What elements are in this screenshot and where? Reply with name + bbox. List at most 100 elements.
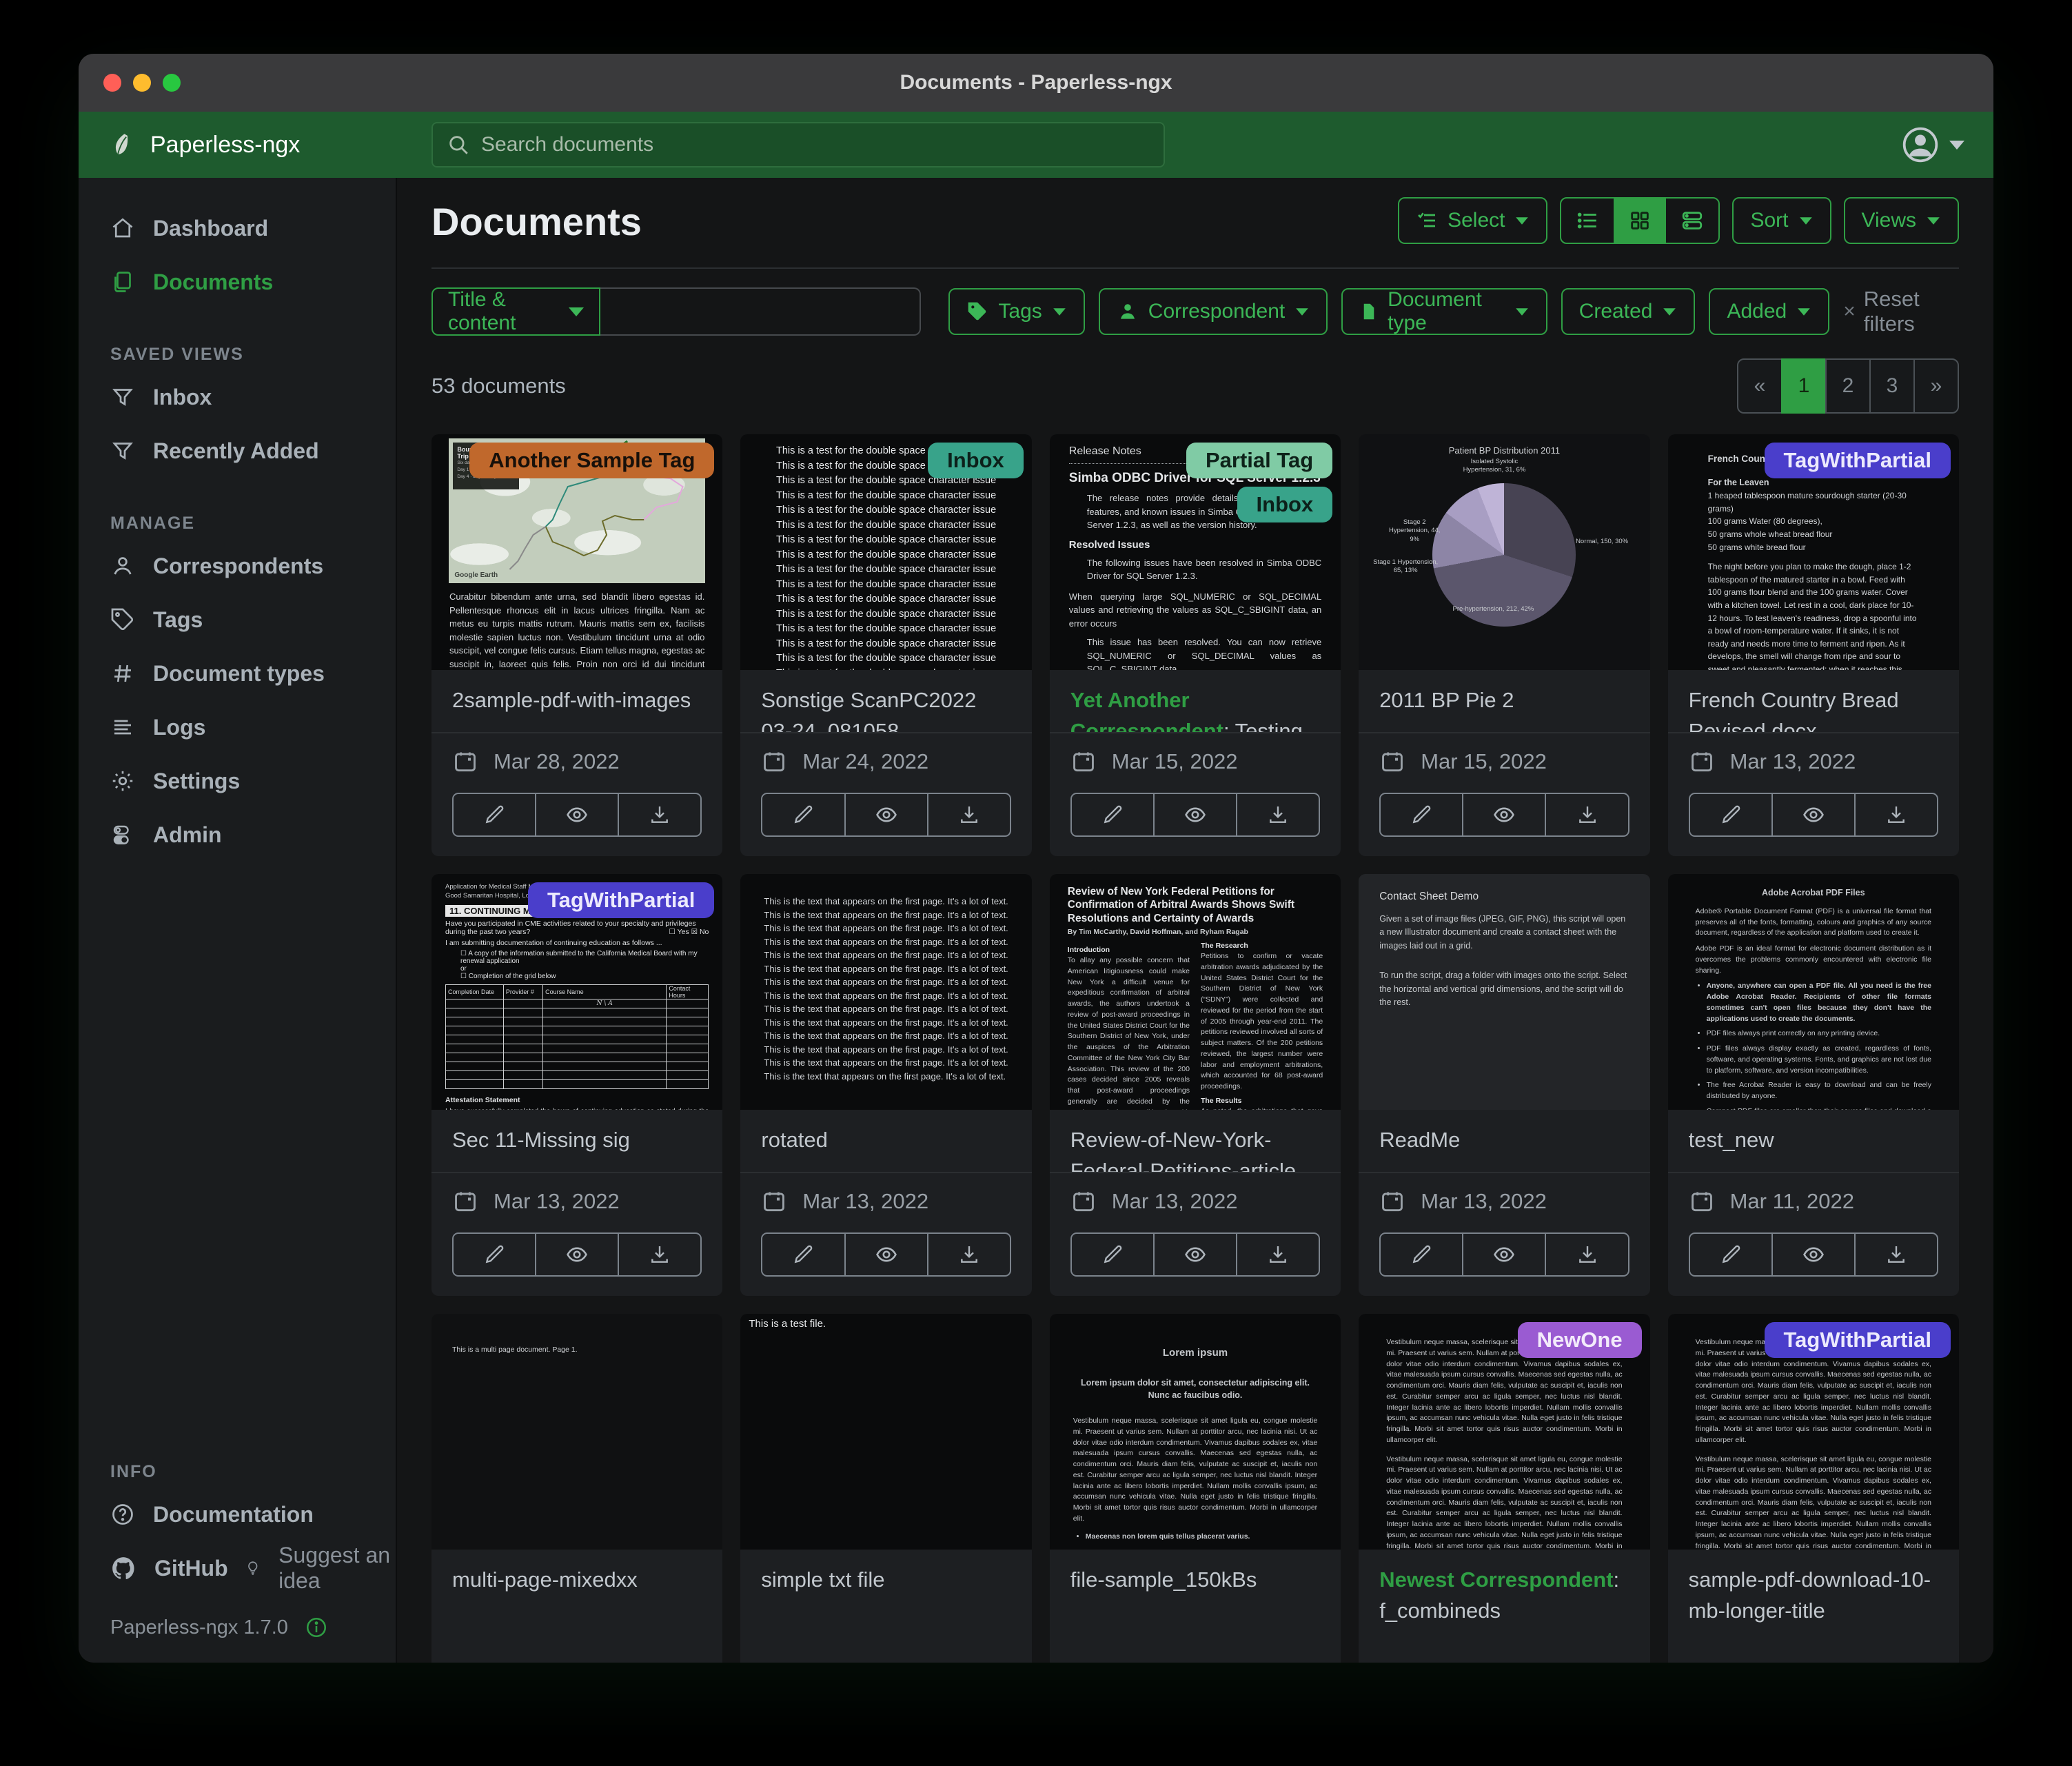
document-title[interactable]: ReadMe [1379,1125,1629,1156]
tag-badge[interactable]: Partial Tag [1186,443,1332,478]
document-title[interactable]: French Country Bread Revised.docx [1689,685,1938,732]
edit-button[interactable] [452,793,536,837]
filter-tags-button[interactable]: Tags [948,288,1084,335]
document-thumbnail[interactable]: This is a test file. [740,1314,1031,1550]
document-card[interactable]: TagWithPartial French Country Bread For … [1668,434,1959,856]
document-thumbnail[interactable]: Review of New York Federal Petitions for… [1050,874,1341,1110]
pagination-page-3[interactable]: 3 [1869,358,1915,414]
sidebar-item-suggest-idea[interactable]: Suggest an idea [228,1541,396,1595]
pagination-next-button[interactable]: » [1913,358,1959,414]
document-card[interactable]: Inbox This is a test for the double spac… [740,434,1031,856]
document-correspondent[interactable]: Yet Another Correspondent [1070,688,1223,732]
document-title[interactable]: 2sample-pdf-with-images [452,685,702,716]
edit-button[interactable] [1689,793,1773,837]
document-title[interactable]: Newest Correspondent: f_combineds [1379,1565,1629,1627]
view-detail-button[interactable] [1666,199,1718,243]
document-card[interactable]: NewOne Vestibulum neque massa, scelerisq… [1359,1314,1649,1663]
document-thumbnail[interactable]: Partial Tag Inbox Release Notes Simba OD… [1050,434,1341,670]
filter-created-button[interactable]: Created [1561,288,1696,335]
document-title[interactable]: Sonstige ScanPC2022 03-24_081058 [761,685,1010,732]
download-button[interactable] [927,1232,1011,1277]
document-thumbnail[interactable]: This is a multi page document. Page 1. [431,1314,722,1550]
download-button[interactable] [1545,793,1629,837]
view-button[interactable] [535,1232,619,1277]
view-list-button[interactable] [1561,199,1614,243]
filter-added-button[interactable]: Added [1709,288,1829,335]
document-title[interactable]: rotated [761,1125,1010,1156]
tag-badge[interactable]: Inbox [928,443,1024,478]
document-thumbnail[interactable]: Contact Sheet Demo Given a set of image … [1359,874,1649,1110]
minimize-window-button[interactable] [133,74,151,92]
document-thumbnail[interactable]: TagWithPartial Application for Medical S… [431,874,722,1110]
download-button[interactable] [1236,1232,1320,1277]
view-button[interactable] [1462,1232,1546,1277]
document-title[interactable]: Yet Another Correspondent: Testing Email [1070,685,1320,732]
close-window-button[interactable] [103,74,121,92]
sidebar-item-inbox[interactable]: Inbox [79,370,396,424]
sidebar-item-github[interactable]: GitHub [79,1541,228,1595]
document-card[interactable]: This is a multi page document. Page 1. m… [431,1314,722,1663]
tag-badge[interactable]: NewOne [1518,1322,1642,1358]
sidebar-item-logs[interactable]: Logs [79,700,396,754]
document-title[interactable]: simple txt file [761,1565,1010,1596]
view-button[interactable] [1771,1232,1856,1277]
document-card[interactable]: TagWithPartial Vestibulum neque massa, s… [1668,1314,1959,1663]
document-title[interactable]: Review-of-New-York-Federal-Petitions-art… [1070,1125,1320,1172]
pagination-page-1[interactable]: 1 [1781,358,1827,414]
info-circle-icon[interactable] [305,1616,328,1639]
edit-button[interactable] [1689,1232,1773,1277]
sidebar-item-documents[interactable]: Documents [79,255,396,309]
sidebar-item-correspondents[interactable]: Correspondents [79,539,396,593]
document-card[interactable]: This is the text that appears on the fir… [740,874,1031,1296]
sidebar-item-dashboard[interactable]: Dashboard [79,201,396,255]
view-grid-button[interactable] [1614,199,1666,243]
reset-filters-button[interactable]: × Reset filters [1843,287,1959,336]
document-card[interactable]: Adobe Acrobat PDF Files Adobe® Portable … [1668,874,1959,1296]
document-title[interactable]: test_new [1689,1125,1938,1156]
document-card[interactable]: Another Sample Tag Boundary Waters Trip [431,434,722,856]
tag-badge[interactable]: Another Sample Tag [469,443,714,478]
sidebar-item-tags[interactable]: Tags [79,593,396,647]
sidebar-item-document-types[interactable]: Document types [79,647,396,700]
document-card[interactable]: Review of New York Federal Petitions for… [1050,874,1341,1296]
global-search[interactable] [431,122,1165,168]
download-button[interactable] [618,1232,702,1277]
document-thumbnail[interactable]: This is the text that appears on the fir… [740,874,1031,1110]
document-card[interactable]: This is a test file. simple txt file [740,1314,1031,1663]
document-card[interactable]: Lorem ipsum Lorem ipsum dolor sit amet, … [1050,1314,1341,1663]
document-title[interactable]: multi-page-mixedxx [452,1565,702,1596]
document-thumbnail[interactable]: TagWithPartial Vestibulum neque massa, s… [1668,1314,1959,1550]
document-card[interactable]: Contact Sheet Demo Given a set of image … [1359,874,1649,1296]
document-thumbnail[interactable]: Inbox This is a test for the double spac… [740,434,1031,670]
view-button[interactable] [1462,793,1546,837]
document-thumbnail[interactable]: Another Sample Tag Boundary Waters Trip [431,434,722,670]
view-button[interactable] [535,793,619,837]
sidebar-item-documentation[interactable]: Documentation [79,1488,396,1541]
pagination-prev-button[interactable]: « [1737,358,1782,414]
filter-field-selector-button[interactable]: Title & content [431,287,600,336]
view-button[interactable] [1771,793,1856,837]
download-button[interactable] [1854,1232,1938,1277]
document-thumbnail[interactable]: NewOne Vestibulum neque massa, scelerisq… [1359,1314,1649,1550]
document-thumbnail[interactable]: Patient BP Distribution 2011 Isolated Sy… [1359,434,1649,670]
edit-button[interactable] [1379,793,1463,837]
filter-document-type-button[interactable]: Document type [1341,288,1547,335]
download-button[interactable] [1854,793,1938,837]
tag-badge[interactable]: TagWithPartial [1765,443,1951,478]
document-card[interactable]: TagWithPartial Application for Medical S… [431,874,722,1296]
sidebar-item-recently-added[interactable]: Recently Added [79,424,396,478]
sidebar-item-admin[interactable]: Admin [79,808,396,862]
view-button[interactable] [1153,793,1237,837]
view-button[interactable] [844,1232,928,1277]
tag-badge[interactable]: TagWithPartial [528,882,714,918]
filter-text-input[interactable] [600,287,921,336]
download-button[interactable] [1545,1232,1629,1277]
download-button[interactable] [1236,793,1320,837]
document-card[interactable]: Patient BP Distribution 2011 Isolated Sy… [1359,434,1649,856]
document-thumbnail[interactable]: Adobe Acrobat PDF Files Adobe® Portable … [1668,874,1959,1110]
document-thumbnail[interactable]: Lorem ipsum Lorem ipsum dolor sit amet, … [1050,1314,1341,1550]
edit-button[interactable] [1070,793,1155,837]
download-button[interactable] [618,793,702,837]
user-menu[interactable] [1901,125,1964,164]
sidebar-item-settings[interactable]: Settings [79,754,396,808]
